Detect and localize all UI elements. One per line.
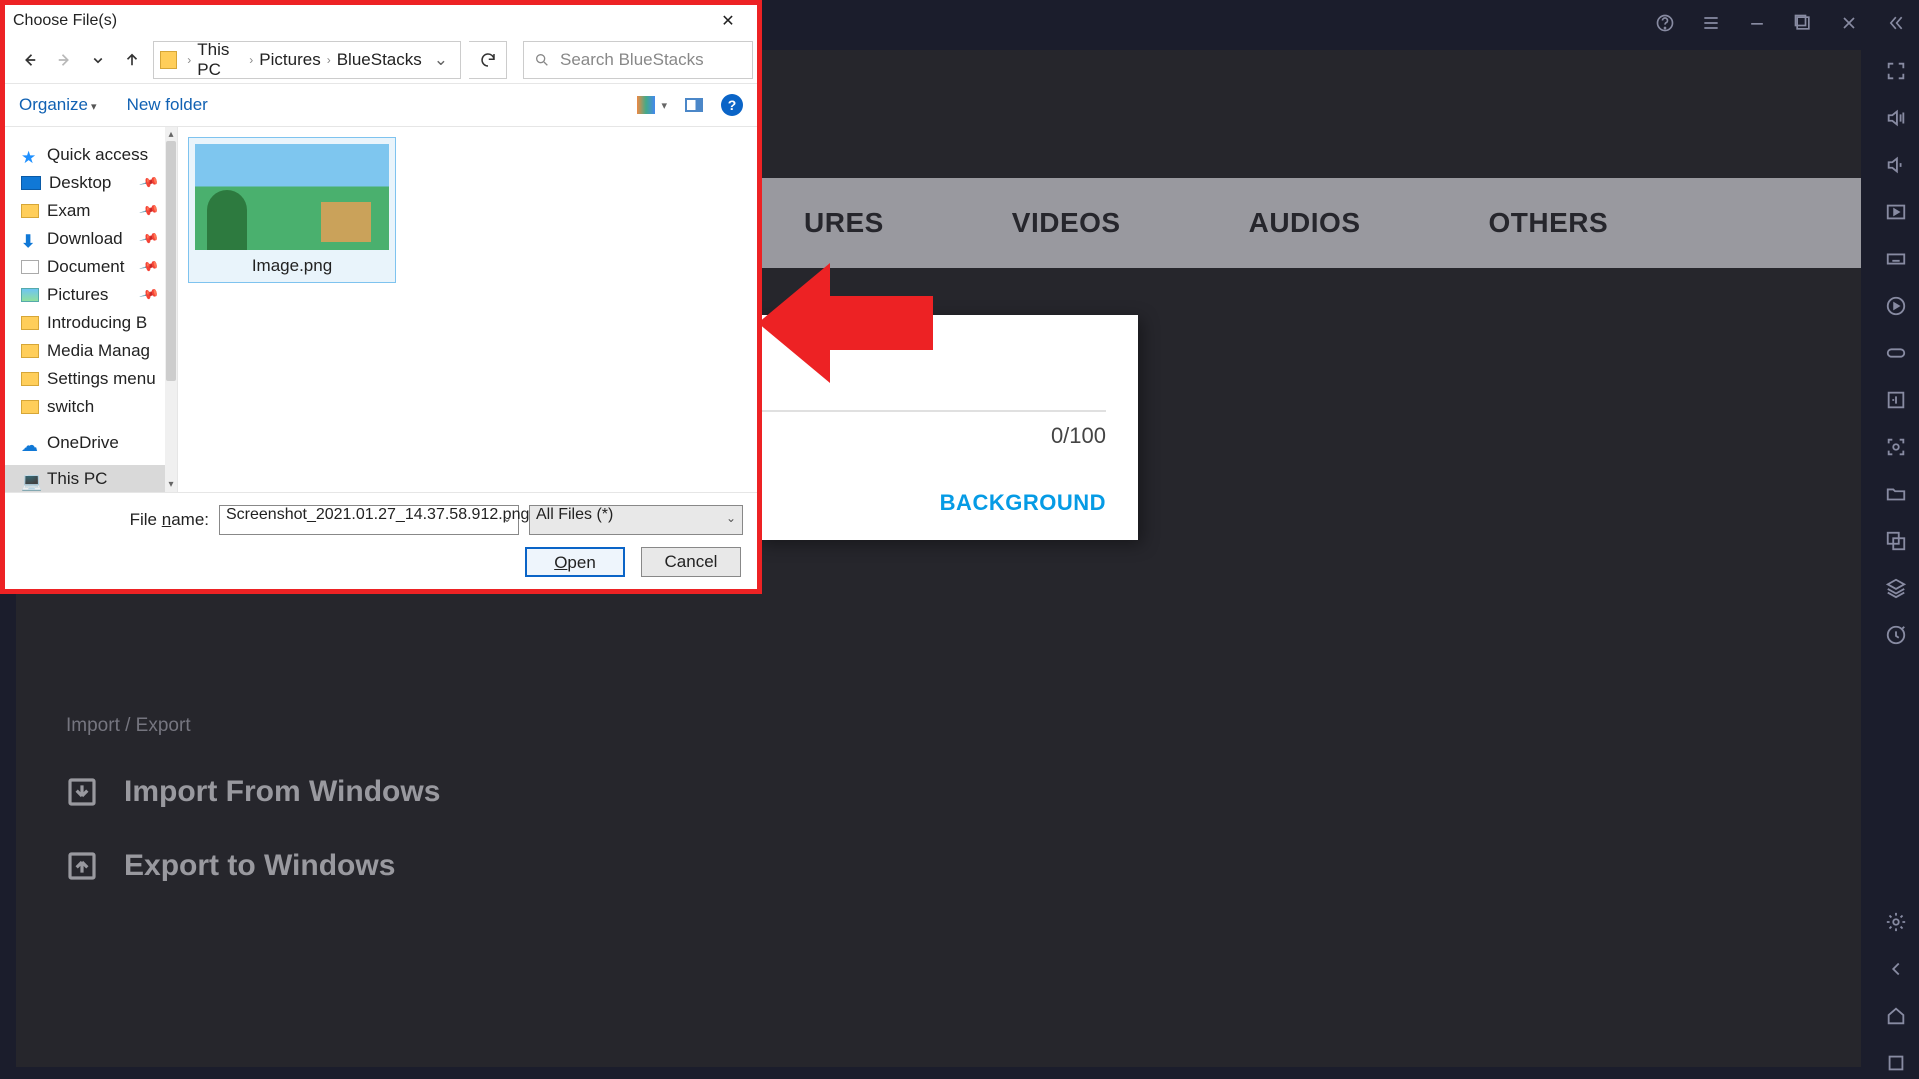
chevron-right-icon[interactable]: › [187, 53, 191, 67]
nav-back[interactable] [17, 51, 43, 69]
chevron-right-icon[interactable]: › [249, 53, 253, 67]
refresh-button[interactable] [469, 41, 507, 79]
layers-icon[interactable] [1885, 577, 1907, 604]
home-icon[interactable] [1885, 1005, 1907, 1032]
filter-dropdown[interactable]: ⌄ [726, 511, 736, 525]
filetype-filter[interactable]: All Files (*) ⌄ [529, 505, 743, 535]
settings-icon[interactable] [1885, 911, 1907, 938]
clock-icon[interactable] [1885, 624, 1907, 651]
back-icon[interactable] [1885, 958, 1907, 985]
file-dialog: Choose File(s) ✕ › This PC › Pictures › … [0, 0, 762, 594]
tree-onedrive[interactable]: ☁OneDrive [5, 429, 165, 457]
scroll-thumb[interactable] [166, 141, 176, 381]
dialog-titlebar: Choose File(s) ✕ [5, 5, 757, 37]
file-item-image[interactable]: Image.png [188, 137, 396, 283]
new-folder-button[interactable]: New folder [127, 95, 208, 115]
nav-up[interactable] [119, 51, 145, 69]
close-icon[interactable] [1839, 13, 1859, 38]
nav-history-dropdown[interactable] [85, 51, 111, 69]
play-media-icon[interactable] [1885, 201, 1907, 228]
file-thumbnail [195, 144, 389, 250]
file-list[interactable]: Image.png [177, 127, 757, 492]
folder-tree: ★Quick access Desktop📌 Exam📌 ⬇Download📌 … [5, 127, 165, 492]
scroll-down-icon[interactable]: ▾ [165, 479, 177, 490]
search-input[interactable]: Search BlueStacks [523, 41, 753, 79]
keyboard-icon[interactable] [1885, 248, 1907, 275]
dialog-nav: › This PC › Pictures › BlueStacks ⌄ Sear… [5, 37, 757, 83]
multi-instance-icon[interactable] [1885, 530, 1907, 557]
upload-count: 0/100 [1051, 423, 1106, 449]
menu-icon[interactable] [1701, 13, 1721, 38]
help-icon[interactable] [1655, 13, 1675, 38]
dialog-footer: File name: Screenshot_2021.01.27_14.37.5… [5, 492, 757, 589]
folder-icon [160, 51, 177, 69]
tree-exam[interactable]: Exam📌 [5, 197, 165, 225]
organize-menu[interactable]: Organize [19, 95, 97, 115]
breadcrumb-thispc[interactable]: This PC [197, 40, 243, 80]
tree-scrollbar[interactable]: ▴ ▾ [165, 127, 177, 492]
tree-download[interactable]: ⬇Download📌 [5, 225, 165, 253]
nav-forward [51, 51, 77, 69]
breadcrumb-pictures[interactable]: Pictures [259, 50, 320, 70]
volume-up-icon[interactable] [1885, 107, 1907, 134]
right-toolbar [1873, 50, 1919, 1079]
view-options[interactable]: ▾ [637, 96, 667, 114]
scroll-up-icon[interactable]: ▴ [165, 129, 177, 140]
maximize-icon[interactable] [1793, 13, 1813, 38]
dialog-close-icon[interactable]: ✕ [707, 11, 749, 31]
record-icon[interactable] [1885, 295, 1907, 322]
folder-icon[interactable] [1885, 483, 1907, 510]
filename-label: File name: [130, 510, 209, 530]
dialog-title: Choose File(s) [13, 12, 117, 30]
filename-dropdown[interactable]: ⌄ [502, 511, 512, 525]
collapse-icon[interactable] [1885, 13, 1905, 38]
dialog-toolbar: Organize New folder ▾ ? [5, 83, 757, 127]
tree-thispc[interactable]: 💻This PC [5, 465, 165, 492]
recents-icon[interactable] [1885, 1052, 1907, 1079]
search-placeholder: Search BlueStacks [560, 50, 704, 70]
file-name-label: Image.png [195, 256, 389, 276]
open-button[interactable]: Open [525, 547, 625, 577]
preview-pane-toggle[interactable] [685, 98, 703, 112]
apk-install-icon[interactable] [1885, 389, 1907, 416]
address-dropdown[interactable]: ⌄ [428, 50, 454, 70]
chevron-right-icon[interactable]: › [327, 53, 331, 67]
popup-divider [757, 410, 1106, 412]
tree-pictures[interactable]: Pictures📌 [5, 281, 165, 309]
minimize-icon[interactable] [1747, 13, 1767, 38]
gamepad-icon[interactable] [1885, 342, 1907, 369]
screenshot-icon[interactable] [1885, 436, 1907, 463]
tree-settings[interactable]: Settings menu [5, 365, 165, 393]
help-icon[interactable]: ? [721, 94, 743, 116]
tree-switch[interactable]: switch [5, 393, 165, 421]
volume-down-icon[interactable] [1885, 154, 1907, 181]
address-bar[interactable]: › This PC › Pictures › BlueStacks ⌄ [153, 41, 461, 79]
tree-quick-access[interactable]: ★Quick access [5, 141, 165, 169]
background-button[interactable]: BACKGROUND [940, 490, 1106, 516]
tree-document[interactable]: Document📌 [5, 253, 165, 281]
filename-input[interactable]: Screenshot_2021.01.27_14.37.58.912.png ⌄ [219, 505, 519, 535]
cancel-button[interactable]: Cancel [641, 547, 741, 577]
annotation-arrow [758, 258, 938, 388]
fullscreen-icon[interactable] [1885, 60, 1907, 87]
view-icon [637, 96, 655, 114]
breadcrumb-bluestacks[interactable]: BlueStacks [337, 50, 422, 70]
search-icon [534, 52, 550, 68]
tree-media[interactable]: Media Manag [5, 337, 165, 365]
tree-desktop[interactable]: Desktop📌 [5, 169, 165, 197]
tree-intro[interactable]: Introducing B [5, 309, 165, 337]
